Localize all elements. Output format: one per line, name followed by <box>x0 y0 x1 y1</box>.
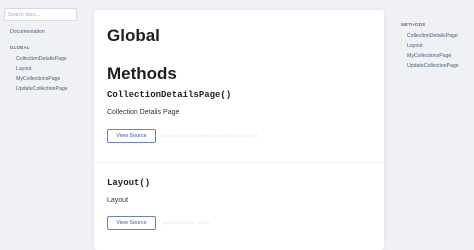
sidebar-item-my-collections-page[interactable]: MyCollectionsPage <box>16 76 60 82</box>
section-divider <box>94 162 384 163</box>
method-signature: CollectionDetailsPage() <box>107 90 232 100</box>
source-location: layout/index.tsx, line 8 <box>162 221 210 226</box>
view-source-button[interactable]: View Source <box>107 216 156 230</box>
sidebar-item-layout[interactable]: Layout <box>16 66 32 72</box>
sidebar-nav: Documentation GLOBAL CollectionDetailsPa… <box>0 0 88 245</box>
table-of-contents: METHODS CollectionDetailsPage Layout MyC… <box>394 0 474 245</box>
toc-item-update-collection-page[interactable]: UpdateCollectionPage <box>407 63 459 69</box>
methods-heading: Methods <box>107 64 177 83</box>
search-input[interactable] <box>4 8 77 21</box>
view-source-button[interactable]: View Source <box>107 129 156 143</box>
sidebar-item-collection-details-page[interactable]: CollectionDetailsPage <box>16 56 67 62</box>
toc-item-my-collections-page[interactable]: MyCollectionsPage <box>407 53 451 59</box>
source-location: pages/collection-details-page/index.tsx,… <box>162 134 259 139</box>
toc-heading: METHODS <box>401 22 426 27</box>
global-heading: GLOBAL <box>10 45 30 50</box>
page-title: Global <box>107 26 160 45</box>
documentation-link[interactable]: Documentation <box>10 29 45 35</box>
method-description: Layout <box>107 197 129 204</box>
method-description: Collection Details Page <box>107 109 180 116</box>
sidebar-item-update-collection-page[interactable]: UpdateCollectionPage <box>16 86 68 92</box>
toc-item-layout[interactable]: Layout <box>407 43 423 49</box>
toc-item-collection-details-page[interactable]: CollectionDetailsPage <box>407 33 458 39</box>
method-signature: Layout() <box>107 178 151 188</box>
main-content: Global Methods CollectionDetailsPage() C… <box>94 10 384 250</box>
